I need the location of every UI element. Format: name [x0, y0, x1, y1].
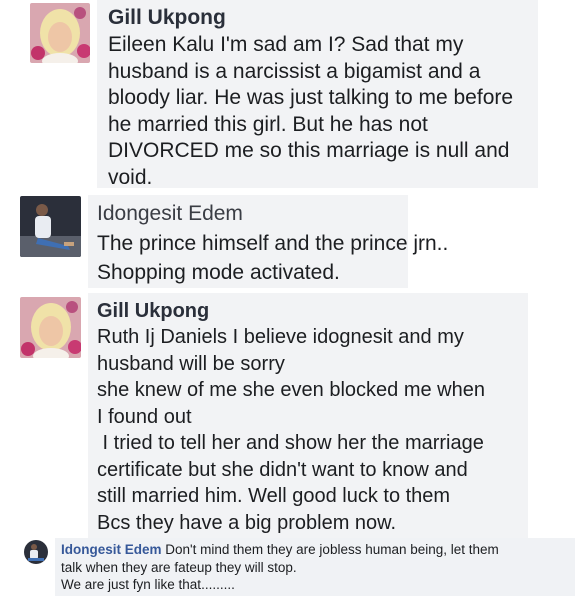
avatar[interactable]: [20, 196, 81, 257]
comment-line: certificate but she didn't want to know …: [97, 458, 468, 481]
comment-author[interactable]: Gill Ukpong: [97, 300, 209, 323]
comment-text: The prince himself and the prince jrn.. …: [97, 229, 448, 287]
comment-line: Eileen Kalu I'm sad am I? Sad that my: [108, 33, 464, 56]
comment-line: husband is a narcissist a bigamist and a: [108, 59, 481, 83]
comment-line: Bcs they have a big problem now.: [97, 511, 397, 534]
comment-line: We are just fyn like that.........: [61, 577, 235, 592]
avatar[interactable]: [30, 3, 90, 63]
comment-author[interactable]: Gill Ukpong: [108, 6, 226, 30]
comment-line: bloody liar. He was just talking to me b…: [108, 86, 514, 109]
comment-line: The prince himself and the prince jrn..: [97, 232, 449, 255]
avatar[interactable]: [24, 540, 48, 564]
comment-text: Eileen Kalu I'm sad am I? Sad that my hu…: [108, 32, 513, 191]
comment-line: I found out: [97, 405, 192, 428]
comment-line: she knew of me she even blocked me when: [97, 379, 485, 401]
comment-line: Idongesit Edem Don't mind them they are …: [61, 541, 499, 559]
comment-line: void.: [108, 165, 153, 189]
comment-line: he married this girl. But he has not: [108, 112, 428, 136]
avatar[interactable]: [20, 297, 81, 358]
comment-author[interactable]: Idongesit Edem: [61, 542, 162, 557]
comment-line: husband will be sorry: [97, 352, 285, 375]
comment-author[interactable]: Idongesit Edem: [97, 202, 243, 226]
comment-line: still married him. Well good luck to the…: [97, 485, 451, 507]
comment-line: I tried to tell her and show her the mar…: [97, 432, 484, 454]
comment-text: Idongesit Edem Don't mind them they are …: [61, 541, 499, 594]
comment-line-text: Don't mind them they are jobless human b…: [165, 542, 499, 557]
comment-line: DIVORCED me so this marriage is null and: [108, 139, 510, 162]
comment-line: talk when they are fateup they will stop…: [61, 559, 297, 575]
comment-line: Ruth Ij Daniels I believe idognesit and …: [97, 326, 464, 348]
comment-line: Shopping mode activated.: [97, 261, 340, 284]
comment-text: Ruth Ij Daniels I believe idognesit and …: [97, 324, 485, 536]
